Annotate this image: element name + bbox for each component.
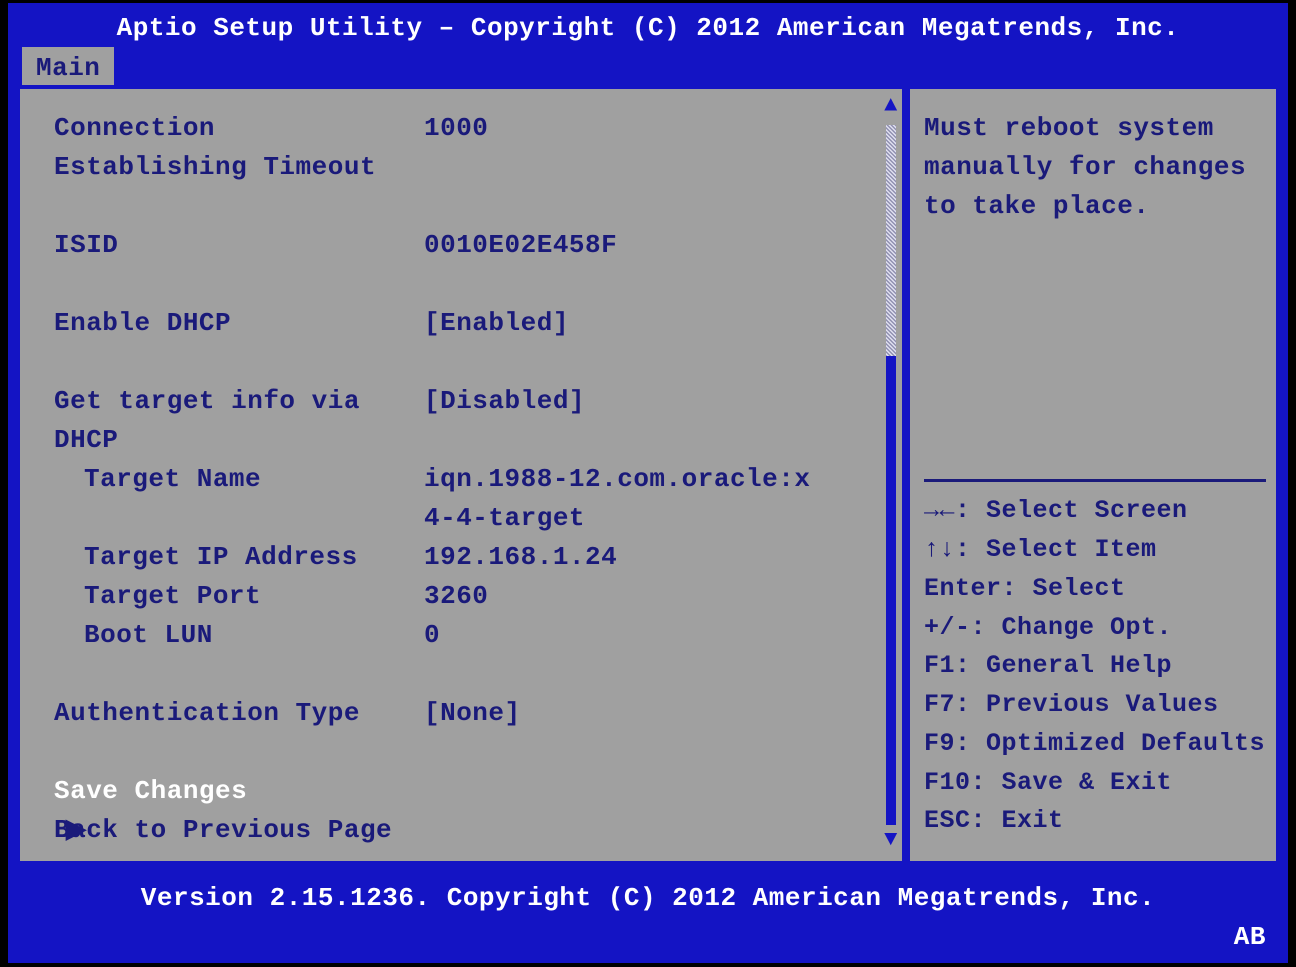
- get-target-info-label-2: DHCP: [54, 421, 424, 460]
- legend-select-item: ↑↓: Select Item: [924, 531, 1266, 570]
- scrollbar[interactable]: ▲ ▼: [884, 97, 898, 853]
- help-line-1: Must reboot system: [924, 109, 1266, 148]
- target-port-label: Target Port: [54, 577, 424, 616]
- row-target-name[interactable]: Target Name iqn.1988-12.com.oracle:x: [54, 460, 868, 499]
- tab-strip: Main: [8, 45, 1288, 85]
- auth-type-label: Authentication Type: [54, 694, 424, 733]
- scrollbar-thumb[interactable]: [886, 356, 896, 825]
- header-title: Aptio Setup Utility – Copyright (C) 2012…: [8, 3, 1288, 45]
- footer: Version 2.15.1236. Copyright (C) 2012 Am…: [8, 865, 1288, 963]
- row-connection[interactable]: Connection 1000: [54, 109, 868, 148]
- isid-label: ISID: [54, 226, 424, 265]
- row-target-port[interactable]: Target Port 3260: [54, 577, 868, 616]
- establishing-timeout-label: Establishing Timeout: [54, 148, 424, 187]
- spacer: [54, 187, 868, 226]
- key-legend: →←: Select Screen ↑↓: Select Item Enter:…: [924, 492, 1266, 841]
- spacer: [54, 343, 868, 382]
- row-boot-lun[interactable]: Boot LUN 0: [54, 616, 868, 655]
- legend-change: +/-: Change Opt.: [924, 609, 1266, 648]
- panel-container: Connection 1000 Establishing Timeout ISI…: [16, 85, 1280, 865]
- row-enable-dhcp[interactable]: Enable DHCP [Enabled]: [54, 304, 868, 343]
- get-target-info-value: [Disabled]: [424, 382, 868, 421]
- enable-dhcp-value: [Enabled]: [424, 304, 868, 343]
- right-spacer: [924, 226, 1266, 471]
- spacer: [54, 655, 868, 694]
- get-target-info-label-1: Get target info via: [54, 382, 424, 421]
- legend-f1: F1: General Help: [924, 647, 1266, 686]
- target-name-blank: [54, 499, 424, 538]
- row-target-name-cont: 4-4-target: [54, 499, 868, 538]
- settings-panel: Connection 1000 Establishing Timeout ISI…: [16, 85, 906, 865]
- scroll-down-icon[interactable]: ▼: [884, 831, 898, 853]
- bios-frame: Aptio Setup Utility – Copyright (C) 2012…: [8, 3, 1288, 963]
- row-get-target-info[interactable]: Get target info via [Disabled]: [54, 382, 868, 421]
- spacer: [54, 733, 868, 772]
- legend-f7: F7: Previous Values: [924, 686, 1266, 725]
- back-label: Back to Previous Page: [54, 811, 424, 850]
- row-back[interactable]: ▶ Back to Previous Page: [54, 811, 868, 850]
- save-changes-label: Save Changes: [54, 772, 424, 811]
- help-panel: Must reboot system manually for changes …: [906, 85, 1280, 865]
- row-isid[interactable]: ISID 0010E02E458F: [54, 226, 868, 265]
- auth-type-value: [None]: [424, 694, 868, 733]
- scroll-up-icon[interactable]: ▲: [884, 97, 898, 119]
- legend-esc: ESC: Exit: [924, 802, 1266, 841]
- help-text: Must reboot system manually for changes …: [924, 109, 1266, 226]
- connection-label: Connection: [54, 109, 424, 148]
- help-line-3: to take place.: [924, 187, 1266, 226]
- isid-value: 0010E02E458F: [424, 226, 868, 265]
- legend-enter: Enter: Select: [924, 570, 1266, 609]
- footer-brand: AB: [1234, 918, 1266, 957]
- target-ip-label: Target IP Address: [54, 538, 424, 577]
- legend-select-screen: →←: Select Screen: [924, 492, 1266, 531]
- row-establishing-timeout[interactable]: Establishing Timeout: [54, 148, 868, 187]
- tab-main[interactable]: Main: [20, 45, 116, 85]
- establishing-timeout-value: [424, 148, 868, 187]
- connection-value: 1000: [424, 109, 868, 148]
- row-auth-type[interactable]: Authentication Type [None]: [54, 694, 868, 733]
- help-divider: [924, 479, 1266, 482]
- target-name-value-2: 4-4-target: [424, 499, 868, 538]
- target-port-value: 3260: [424, 577, 868, 616]
- enable-dhcp-label: Enable DHCP: [54, 304, 424, 343]
- row-save-changes[interactable]: Save Changes: [54, 772, 868, 811]
- caret-icon: ▶: [66, 811, 87, 850]
- legend-f9: F9: Optimized Defaults: [924, 725, 1266, 764]
- target-name-value-1: iqn.1988-12.com.oracle:x: [424, 460, 868, 499]
- spacer: [54, 265, 868, 304]
- footer-version: Version 2.15.1236. Copyright (C) 2012 Am…: [8, 865, 1288, 918]
- boot-lun-value: 0: [424, 616, 868, 655]
- row-get-target-info-cont: DHCP: [54, 421, 868, 460]
- row-target-ip[interactable]: Target IP Address 192.168.1.24: [54, 538, 868, 577]
- help-line-2: manually for changes: [924, 148, 1266, 187]
- target-ip-value: 192.168.1.24: [424, 538, 868, 577]
- legend-f10: F10: Save & Exit: [924, 764, 1266, 803]
- boot-lun-label: Boot LUN: [54, 616, 424, 655]
- scrollbar-track[interactable]: [886, 125, 896, 825]
- target-name-label: Target Name: [54, 460, 424, 499]
